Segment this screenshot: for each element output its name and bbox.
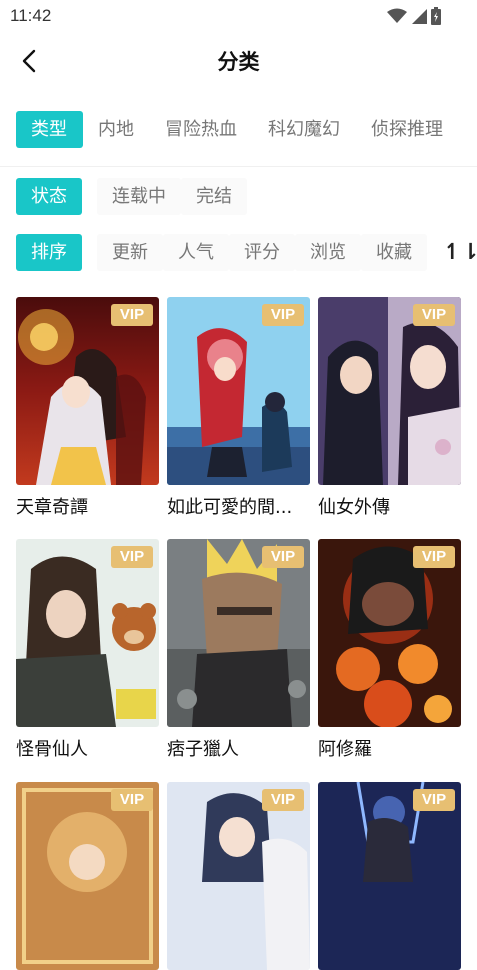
comic-cover: VIP (167, 539, 310, 727)
type-option-detective[interactable]: 侦探推理 (356, 111, 459, 148)
status-option-ongoing[interactable]: 连载中 (97, 178, 181, 215)
vip-badge: VIP (262, 546, 304, 568)
comic-cover: VIP (167, 782, 310, 970)
comic-title: 仙女外傳 (318, 497, 390, 518)
app-header: 分类 (0, 32, 477, 90)
type-filter-label[interactable]: 类型 (16, 111, 83, 148)
comic-title: 天章奇譚 (16, 497, 88, 518)
type-option-scifi-fantasy[interactable]: 科幻魔幻 (253, 111, 356, 148)
comic-title: 痞子獵人 (167, 739, 239, 760)
sort-option-rating[interactable]: 评分 (229, 234, 295, 271)
comic-card[interactable]: VIP 痞子獵人 (167, 539, 310, 761)
vip-badge: VIP (413, 789, 455, 811)
type-filter-row: 类型 内地 冒险热血 科幻魔幻 侦探推理 (16, 111, 477, 148)
sort-filter-label[interactable]: 排序 (16, 234, 82, 271)
vip-badge: VIP (413, 304, 455, 326)
vip-badge: VIP (262, 789, 304, 811)
vip-badge: VIP (413, 546, 455, 568)
sort-direction-icon[interactable]: ↿⇂ (443, 238, 477, 268)
comic-card[interactable]: VIP 怪骨仙人 (16, 539, 159, 761)
comic-cover: VIP (318, 297, 461, 485)
vip-badge: VIP (111, 789, 153, 811)
comic-cover: VIP (16, 782, 159, 970)
comic-card[interactable]: VIP 如此可愛的間... (167, 297, 310, 519)
comic-card[interactable]: VIP 仙女外傳 (318, 297, 461, 519)
battery-icon (431, 7, 441, 25)
comic-card[interactable]: VIP 天章奇譚 (16, 297, 159, 519)
comic-title: 如此可愛的間... (167, 497, 293, 518)
comic-title: 阿修羅 (318, 739, 372, 760)
type-option-mainland[interactable]: 内地 (83, 111, 150, 148)
comic-cover: VIP (16, 297, 159, 485)
divider (0, 166, 477, 167)
sort-option-updated[interactable]: 更新 (97, 234, 163, 271)
page-title: 分类 (217, 50, 260, 74)
sort-option-favorites[interactable]: 收藏 (361, 234, 427, 271)
sort-option-views[interactable]: 浏览 (295, 234, 361, 271)
cell-signal-icon (412, 9, 427, 24)
status-option-completed[interactable]: 完结 (181, 178, 247, 215)
wifi-icon (387, 8, 407, 23)
sort-filter-row: 排序 更新 人气 评分 浏览 收藏 (16, 234, 477, 271)
status-filter-label[interactable]: 状态 (16, 178, 82, 215)
comic-cover: VIP (318, 539, 461, 727)
vip-badge: VIP (262, 304, 304, 326)
vip-badge: VIP (111, 304, 153, 326)
comic-title: 怪骨仙人 (16, 739, 88, 760)
vip-badge: VIP (111, 546, 153, 568)
status-filter-row: 状态 连载中 完结 (16, 178, 247, 215)
status-time: 11:42 (10, 6, 52, 25)
comic-card[interactable]: VIP (318, 782, 461, 970)
status-bar: 11:42 (0, 0, 477, 32)
type-option-adventure[interactable]: 冒险热血 (150, 111, 253, 148)
system-icons (387, 7, 441, 25)
comic-card[interactable]: VIP (167, 782, 310, 970)
comic-cover: VIP (167, 297, 310, 485)
comic-card[interactable]: VIP 阿修羅 (318, 539, 461, 761)
comic-card[interactable]: VIP (16, 782, 159, 970)
comic-cover: VIP (318, 782, 461, 970)
comic-cover: VIP (16, 539, 159, 727)
sort-option-popularity[interactable]: 人气 (163, 234, 229, 271)
